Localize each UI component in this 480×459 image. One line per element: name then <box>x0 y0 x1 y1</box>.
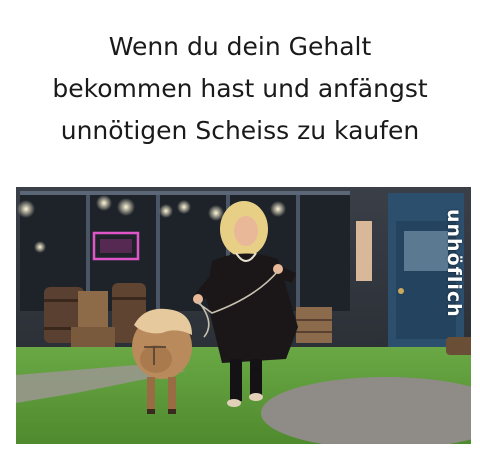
photo-scene <box>16 187 471 444</box>
meme-photo: unhöflich <box>16 187 471 444</box>
meme-caption: Wenn du dein Gehalt bekommen hast und an… <box>0 26 480 152</box>
caption-line-2: bekommen hast und anfängst <box>52 74 428 103</box>
caption-line-1: Wenn du dein Gehalt <box>108 32 372 61</box>
watermark-text: unhöflich <box>443 209 465 318</box>
caption-line-3: unnötigen Scheiss zu kaufen <box>60 116 420 145</box>
wall-poster <box>356 221 372 281</box>
